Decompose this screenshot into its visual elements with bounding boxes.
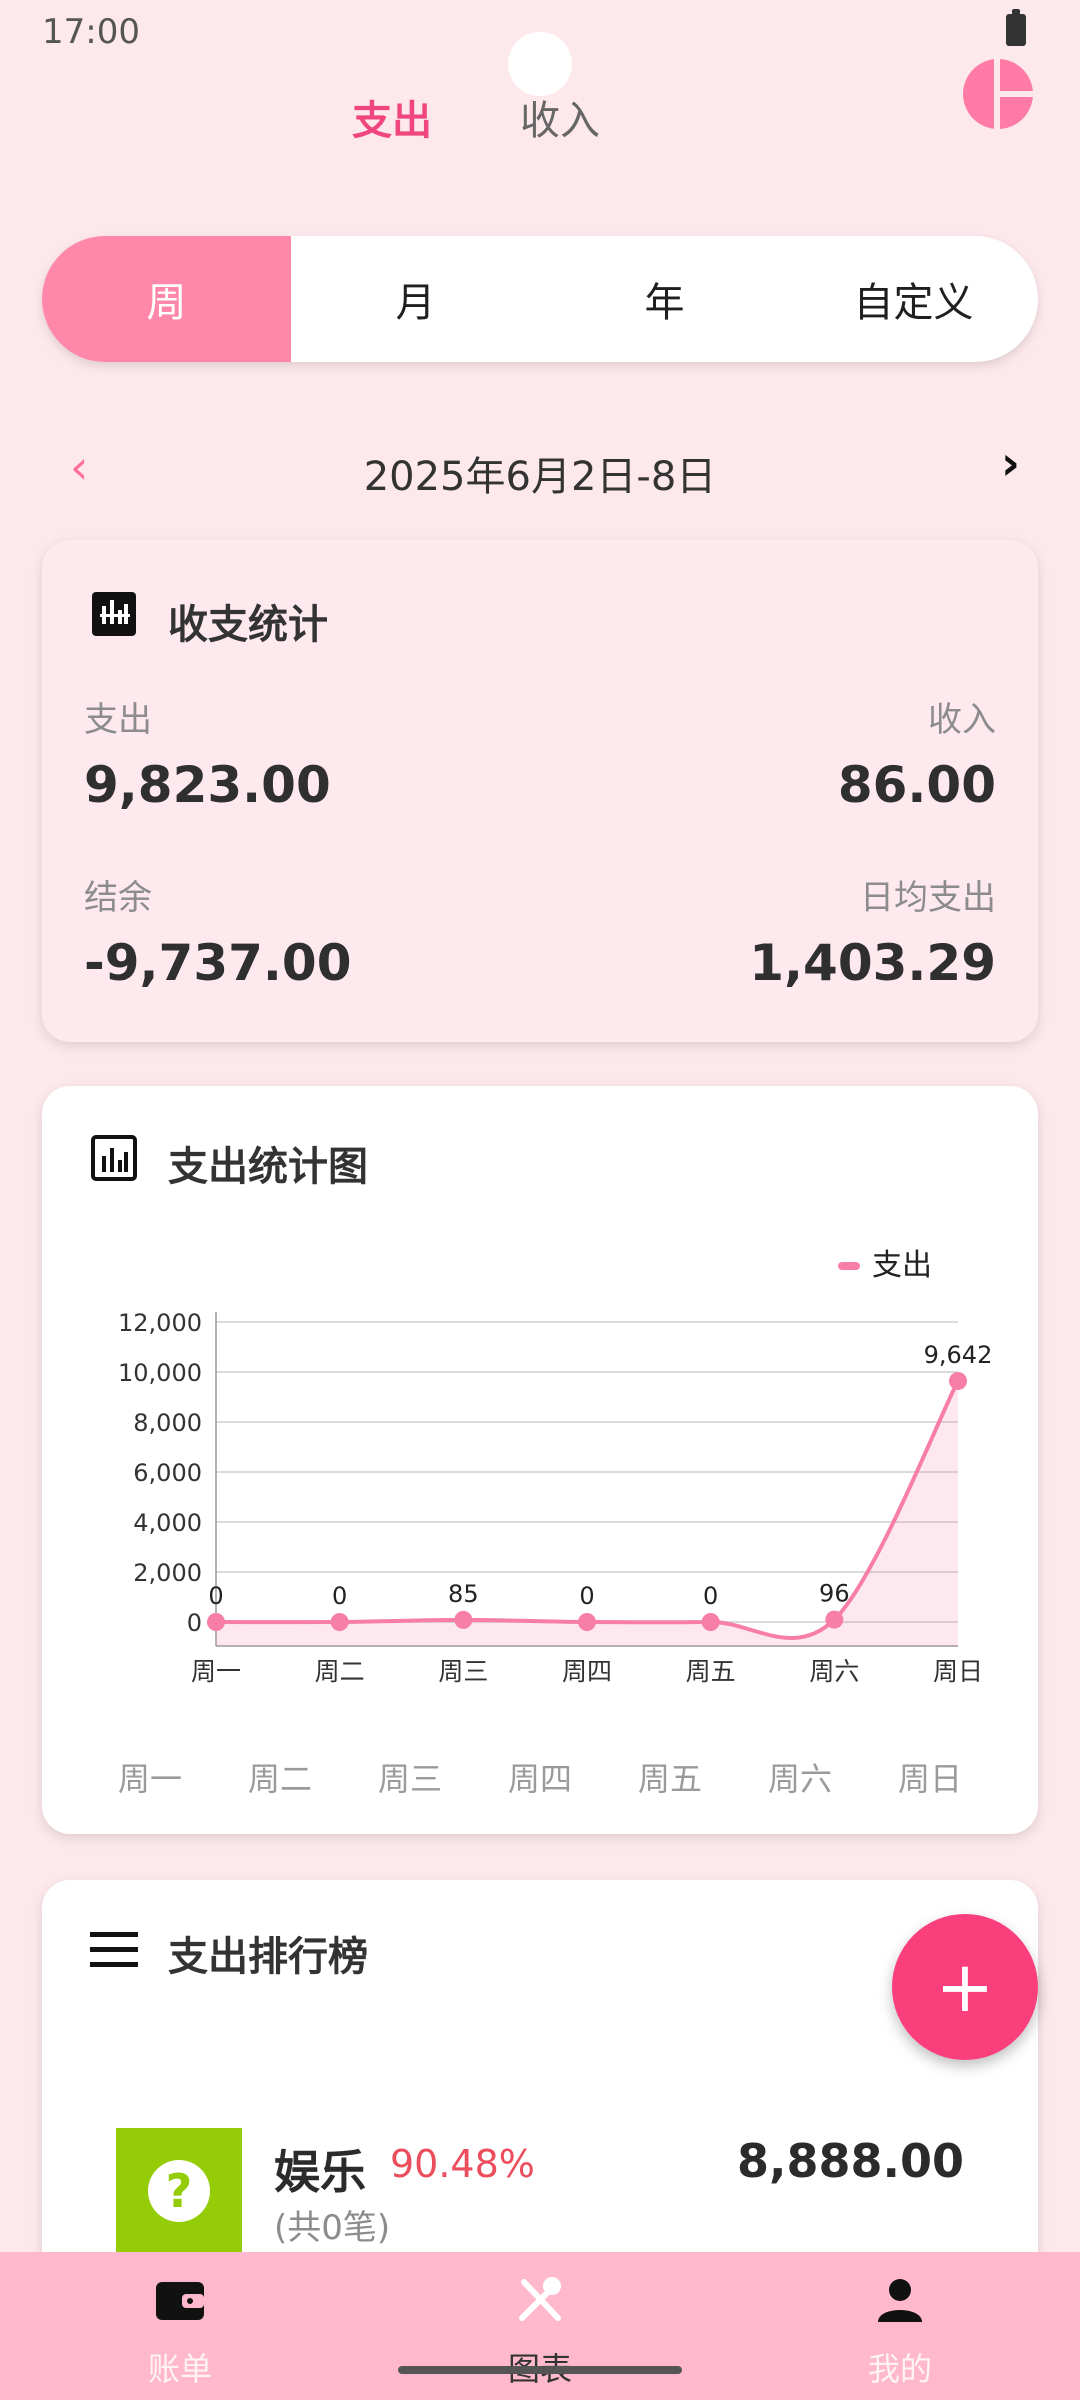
person-icon bbox=[878, 2279, 922, 2322]
y-tick-label: 2,000 bbox=[133, 1559, 202, 1587]
legend-swatch bbox=[838, 1262, 860, 1270]
nav-bill[interactable]: 账单 bbox=[80, 2252, 280, 2400]
data-label: 9,642 bbox=[924, 1341, 993, 1369]
question-icon: ? bbox=[148, 2160, 210, 2222]
day-label-sun: 周日 bbox=[898, 1760, 963, 1798]
income-label: 收入 bbox=[928, 700, 996, 740]
data-label: 0 bbox=[208, 1582, 223, 1610]
period-selector: 周 月 年 自定义 bbox=[42, 236, 1038, 362]
date-range: 2025年6月2日-8日 bbox=[363, 454, 717, 500]
day-label-wed: 周三 bbox=[378, 1760, 443, 1798]
x-tick-label: 周五 bbox=[686, 1657, 736, 1686]
category-amount: 8,888.00 bbox=[737, 2134, 964, 2188]
stats-icon bbox=[92, 592, 136, 636]
y-tick-label: 10,000 bbox=[118, 1359, 202, 1387]
expense-label: 支出 bbox=[84, 700, 152, 740]
x-tick-label: 周六 bbox=[809, 1657, 859, 1686]
bar-chart-icon bbox=[91, 1135, 137, 1181]
x-tick-label: 周日 bbox=[933, 1657, 983, 1686]
category-count: (共0笔) bbox=[274, 2208, 391, 2248]
data-point bbox=[949, 1371, 967, 1390]
summary-card: 收支统计 支出 9,823.00 收入 86.00 结余 -9,737.00 日… bbox=[42, 540, 1038, 1042]
y-tick-label: 0 bbox=[187, 1609, 202, 1637]
tab-income[interactable]: 收入 bbox=[520, 88, 600, 146]
day-label-fri: 周五 bbox=[638, 1760, 703, 1798]
day-label-sat: 周六 bbox=[768, 1760, 833, 1798]
day-label-tue: 周二 bbox=[248, 1760, 313, 1798]
camera-cutout bbox=[508, 32, 572, 96]
period-month[interactable]: 月 bbox=[291, 236, 540, 362]
nav-bill-label: 账单 bbox=[147, 2350, 212, 2388]
category-percent: 90.48% bbox=[390, 2142, 535, 2186]
pie-chart-icon[interactable] bbox=[962, 58, 1034, 130]
ranking-title: 支出排行榜 bbox=[168, 1934, 368, 1980]
x-tick-label: 周三 bbox=[438, 1657, 488, 1686]
utensils-icon bbox=[519, 2277, 561, 2321]
data-label: 0 bbox=[703, 1582, 718, 1610]
x-tick-label: 周四 bbox=[562, 1657, 612, 1686]
bottom-nav: 账单 图表 我的 bbox=[0, 2252, 1080, 2400]
data-point bbox=[330, 1613, 349, 1631]
home-indicator bbox=[398, 2366, 682, 2374]
nav-mine-label: 我的 bbox=[867, 2350, 932, 2388]
data-point bbox=[701, 1613, 720, 1631]
day-label-mon: 周一 bbox=[118, 1760, 183, 1798]
chart-title: 支出统计图 bbox=[168, 1144, 368, 1190]
battery-icon bbox=[1006, 9, 1026, 46]
data-label: 96 bbox=[819, 1580, 850, 1608]
x-tick-label: 周二 bbox=[315, 1657, 365, 1686]
legend-label: 支出 bbox=[872, 1248, 932, 1283]
category-icon: ? bbox=[116, 2128, 242, 2254]
add-record-button[interactable]: + bbox=[892, 1914, 1038, 2060]
category-name[interactable]: 娱乐 bbox=[274, 2136, 366, 2202]
nav-chart[interactable]: 图表 bbox=[440, 2252, 640, 2400]
day-label-thu: 周四 bbox=[508, 1760, 573, 1798]
data-point bbox=[825, 1610, 844, 1629]
summary-title: 收支统计 bbox=[168, 602, 328, 648]
x-tick-label: 周一 bbox=[191, 1657, 241, 1686]
wallet-icon bbox=[156, 2282, 204, 2320]
daily-avg-label: 日均支出 bbox=[860, 878, 996, 918]
nav-mine[interactable]: 我的 bbox=[800, 2252, 1000, 2400]
data-label: 0 bbox=[579, 1582, 594, 1610]
next-period-button[interactable]: › bbox=[1001, 436, 1020, 490]
data-label: 85 bbox=[448, 1580, 479, 1608]
data-label: 0 bbox=[332, 1582, 347, 1610]
period-week[interactable]: 周 bbox=[42, 236, 291, 362]
daily-avg-value: 1,403.29 bbox=[749, 934, 996, 992]
expense-line-chart: 02,0004,0006,0008,00010,00012,000周一 周二 周三周… bbox=[118, 1248, 993, 1686]
data-point bbox=[454, 1610, 473, 1629]
y-tick-label: 8,000 bbox=[133, 1409, 202, 1437]
y-tick-label: 4,000 bbox=[133, 1509, 202, 1537]
data-point bbox=[207, 1613, 225, 1631]
tab-expense[interactable]: 支出 bbox=[352, 88, 432, 146]
menu-icon bbox=[90, 1932, 138, 1967]
balance-value: -9,737.00 bbox=[84, 934, 352, 992]
expense-value: 9,823.00 bbox=[84, 756, 331, 814]
data-point bbox=[578, 1613, 596, 1631]
balance-label: 结余 bbox=[84, 878, 152, 918]
y-tick-label: 12,000 bbox=[118, 1309, 202, 1337]
period-year[interactable]: 年 bbox=[540, 236, 789, 362]
y-tick-label: 6,000 bbox=[133, 1459, 202, 1487]
period-custom[interactable]: 自定义 bbox=[789, 236, 1038, 362]
income-value: 86.00 bbox=[837, 756, 996, 814]
status-time: 17:00 bbox=[42, 12, 140, 52]
